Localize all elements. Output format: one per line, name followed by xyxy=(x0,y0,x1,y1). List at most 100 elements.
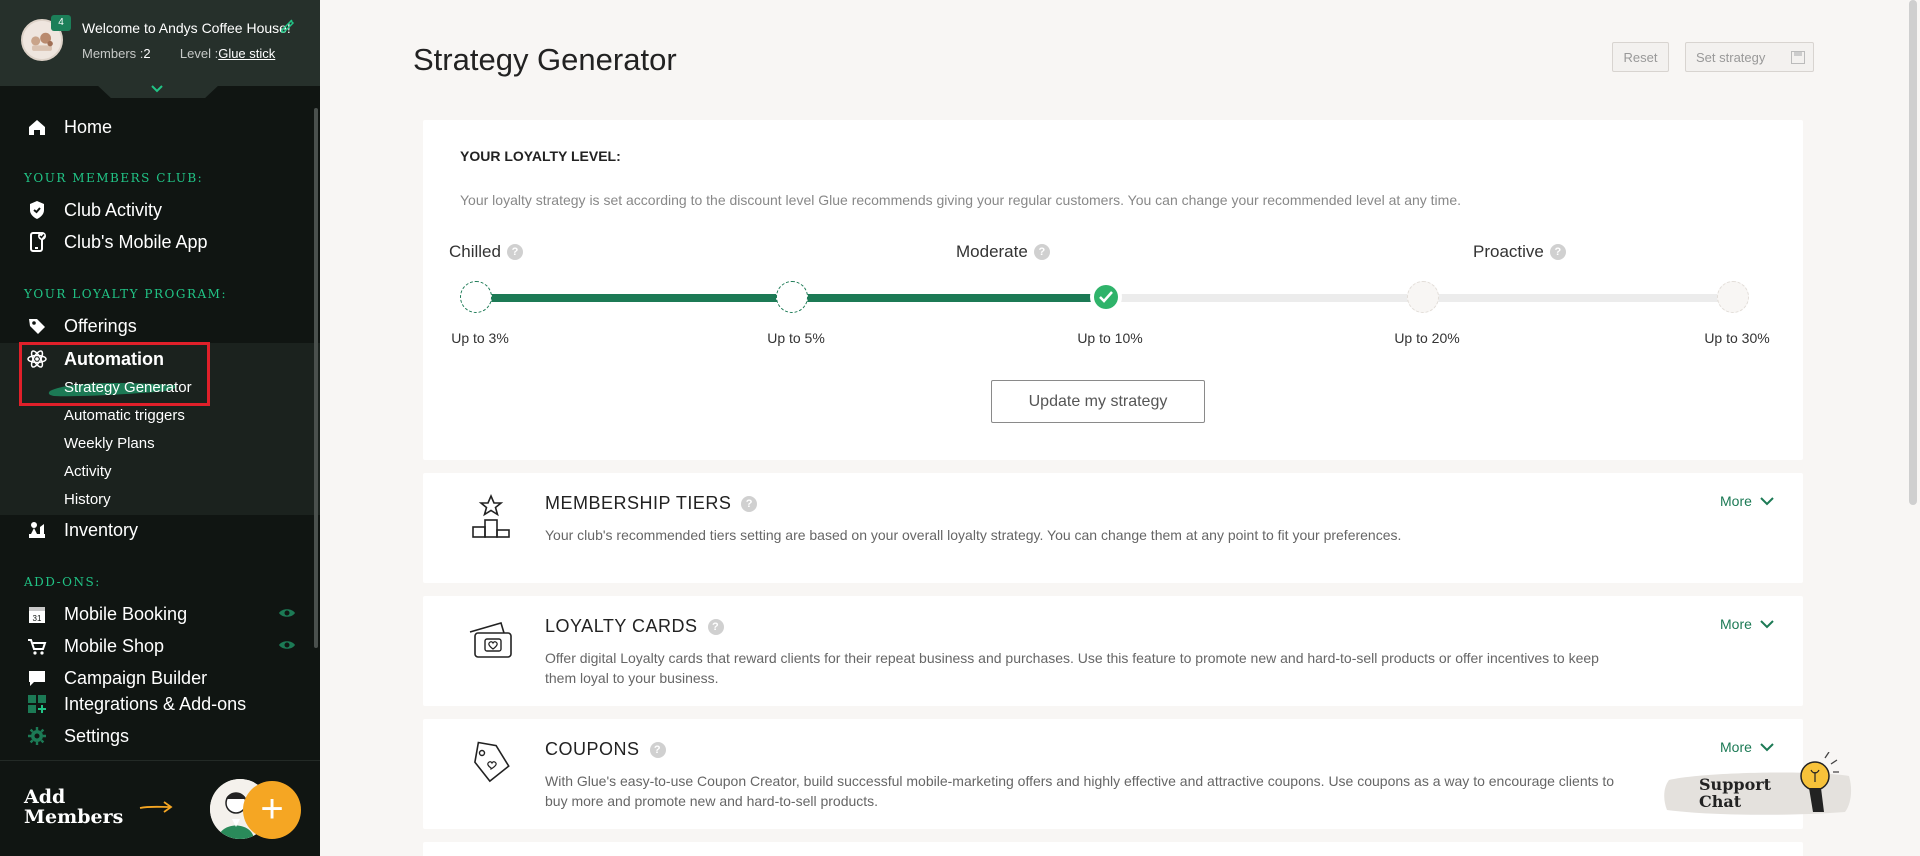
level-moderate: Moderate ? xyxy=(956,242,1050,262)
feature-title: LOYALTY CARDS ? xyxy=(545,616,724,637)
sidebar-item-label: Settings xyxy=(64,725,130,746)
sidebar-item-home[interactable]: Home xyxy=(0,112,320,142)
set-strategy-button[interactable]: Set strategy xyxy=(1685,42,1814,72)
page-scrollbar[interactable] xyxy=(1909,0,1917,505)
notification-badge: 4 xyxy=(51,15,71,31)
help-icon[interactable]: ? xyxy=(741,495,758,512)
sidebar-item-integrations[interactable]: Integrations & Add-ons xyxy=(0,689,320,719)
add-members-panel: Add Members + xyxy=(0,760,320,856)
feature-title: COUPONS ? xyxy=(545,739,666,760)
loyalty-level-description: Your loyalty strategy is set according t… xyxy=(460,192,1462,208)
feature-description: Offer digital Loyalty cards that reward … xyxy=(545,650,1599,686)
slider-step-20[interactable] xyxy=(1407,281,1439,313)
more-toggle[interactable]: More xyxy=(1720,616,1774,632)
section-addons: ADD-ONS: xyxy=(24,575,101,589)
sidebar-subitem-activity[interactable]: Activity xyxy=(64,463,112,480)
club-header: 4 Welcome to Andys Coffee House! Members… xyxy=(0,0,320,86)
loyalty-level-card: YOUR LOYALTY LEVEL: Your loyalty strateg… xyxy=(423,120,1803,460)
save-icon xyxy=(1791,51,1805,64)
eye-icon[interactable] xyxy=(278,606,296,620)
coupon-tag-icon xyxy=(474,741,510,783)
page-title: Strategy Generator xyxy=(413,42,677,77)
section-loyalty-program: YOUR LOYALTY PROGRAM: xyxy=(24,287,227,301)
sidebar-item-offerings[interactable]: Offerings xyxy=(0,311,320,341)
help-icon[interactable]: ? xyxy=(1549,244,1566,260)
chevron-down-icon xyxy=(1760,743,1774,752)
cart-icon xyxy=(26,635,48,657)
help-icon[interactable]: ? xyxy=(707,618,724,635)
sidebar-subitem-automatic-triggers[interactable]: Automatic triggers xyxy=(64,407,185,424)
eye-icon[interactable] xyxy=(278,638,296,652)
sidebar-item-label: Club's Mobile App xyxy=(64,231,208,252)
slider-step-5[interactable] xyxy=(776,281,808,313)
slider-step-30[interactable] xyxy=(1717,281,1749,313)
check-circle-icon xyxy=(1091,282,1121,312)
inventory-icon xyxy=(26,519,48,541)
help-icon[interactable]: ? xyxy=(649,741,666,758)
mobile-phone-icon xyxy=(26,231,48,253)
arrow-right-icon xyxy=(139,801,173,813)
feature-description: Your club's recommended tiers setting ar… xyxy=(545,527,1402,543)
sidebar-item-settings[interactable]: Settings xyxy=(0,721,320,751)
feature-title: MEMBERSHIP TIERS ? xyxy=(545,493,758,514)
chat-bubble-icon xyxy=(26,667,48,689)
slider-step-3[interactable] xyxy=(460,281,492,313)
home-icon xyxy=(26,116,48,138)
sidebar-item-label: Inventory xyxy=(64,519,139,540)
section-members-club: YOUR MEMBERS CLUB: xyxy=(24,171,204,185)
members-count: 2 xyxy=(143,46,151,61)
reset-button[interactable]: Reset xyxy=(1612,42,1669,72)
next-feature-card xyxy=(423,842,1803,856)
members-label: Members : xyxy=(82,46,144,61)
help-icon[interactable]: ? xyxy=(506,244,523,260)
level-chilled: Chilled ? xyxy=(449,242,523,262)
sidebar-item-label: Home xyxy=(64,116,113,137)
sidebar-item-inventory[interactable]: Inventory xyxy=(0,515,320,545)
more-toggle[interactable]: More xyxy=(1720,493,1774,509)
step-label: Up to 3% xyxy=(451,330,509,346)
chevron-down-icon xyxy=(1760,620,1774,629)
sidebar-scrollbar[interactable] xyxy=(314,108,318,648)
sidebar-item-mobile-booking[interactable]: 31 Mobile Booking xyxy=(0,599,320,629)
gear-icon xyxy=(26,725,48,747)
edit-pencil-icon[interactable] xyxy=(279,16,297,34)
sidebar-item-label: Integrations & Add-ons xyxy=(64,693,247,714)
chevron-down-icon[interactable] xyxy=(150,84,164,94)
add-members-label[interactable]: Add Members xyxy=(24,787,123,827)
chevron-down-icon xyxy=(1760,497,1774,506)
club-meta: Members :2 Level :Glue stick xyxy=(82,46,275,61)
sidebar-item-club-activity[interactable]: Club Activity xyxy=(0,195,320,225)
lightbulb-hand-icon xyxy=(1800,752,1839,812)
sidebar-subitem-history[interactable]: History xyxy=(64,491,111,508)
sidebar-item-label: Club Activity xyxy=(64,199,163,220)
membership-tiers-card: MEMBERSHIP TIERS ? Your club's recommend… xyxy=(423,473,1803,583)
level-proactive: Proactive ? xyxy=(1473,242,1566,262)
coupons-card: COUPONS ? With Glue's easy-to-use Coupon… xyxy=(423,719,1803,829)
calendar-icon: 31 xyxy=(26,603,48,625)
loyalty-cards-card: LOYALTY CARDS ? Offer digital Loyalty ca… xyxy=(423,596,1803,706)
sidebar-item-mobile-app[interactable]: Club's Mobile App xyxy=(0,227,320,257)
sidebar-subitem-weekly-plans[interactable]: Weekly Plans xyxy=(64,435,155,452)
step-label: Up to 10% xyxy=(1077,330,1143,346)
grid-plus-icon xyxy=(26,693,48,715)
main-content: Strategy Generator Reset Set strategy YO… xyxy=(320,0,1920,856)
help-icon[interactable]: ? xyxy=(1033,244,1050,260)
loyalty-level-title: YOUR LOYALTY LEVEL: xyxy=(460,148,621,164)
welcome-text: Welcome to Andys Coffee House! xyxy=(82,20,291,36)
feature-description: With Glue's easy-to-use Coupon Creator, … xyxy=(545,773,1615,809)
step-label: Up to 30% xyxy=(1704,330,1770,346)
shield-icon xyxy=(26,199,48,221)
calendar-day-text: 31 xyxy=(33,614,42,623)
podium-star-icon xyxy=(472,493,510,538)
support-chat-label: Support Chat xyxy=(1699,775,1772,811)
loyalty-card-icon xyxy=(469,622,512,658)
level-label: Level : xyxy=(179,46,219,61)
support-chat-button[interactable]: Support Chat xyxy=(1663,752,1863,816)
sidebar: 4 Welcome to Andys Coffee House! Members… xyxy=(0,0,320,856)
add-member-button[interactable]: + xyxy=(243,781,301,839)
level-link[interactable]: Glue stick xyxy=(218,46,275,61)
step-label: Up to 5% xyxy=(767,330,825,346)
slider-step-10[interactable] xyxy=(1090,281,1122,313)
update-strategy-button[interactable]: Update my strategy xyxy=(991,380,1205,423)
sidebar-item-mobile-shop[interactable]: Mobile Shop xyxy=(0,631,320,661)
